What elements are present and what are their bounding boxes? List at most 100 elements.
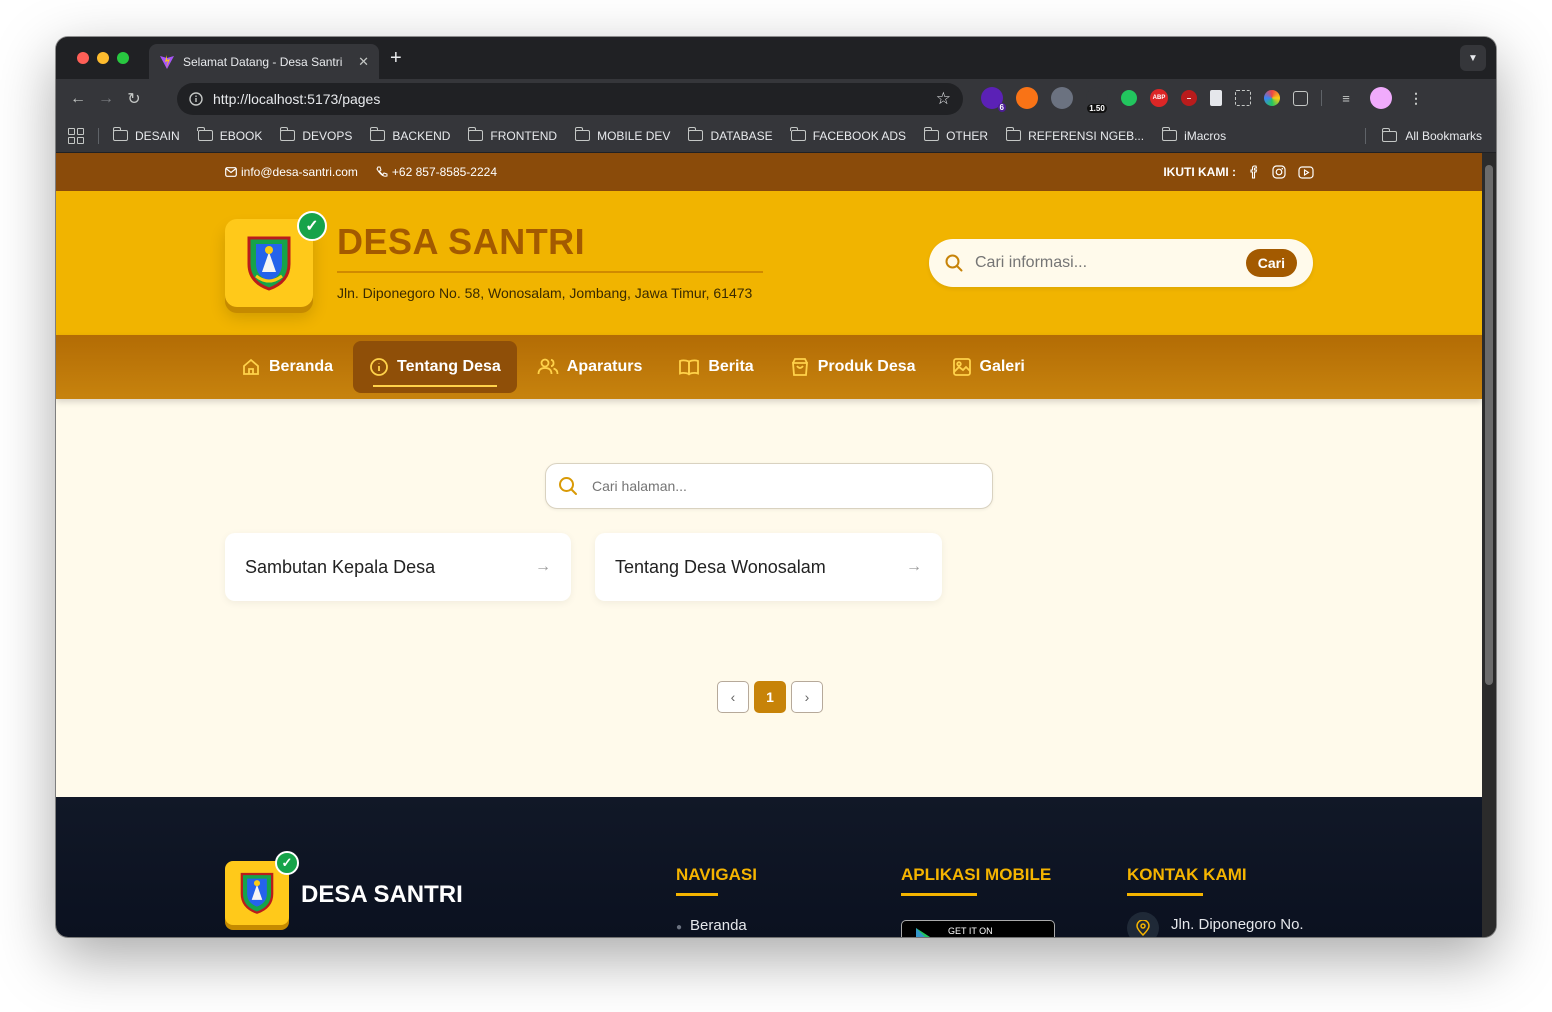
bookmark-folder[interactable]: FRONTEND bbox=[467, 127, 558, 143]
adblock-icon[interactable]: ABP bbox=[1150, 89, 1168, 107]
browser-toolbar: ← → ↻ http://localhost:5173/pages ☆ 6 1.… bbox=[56, 79, 1496, 119]
google-play-badge[interactable]: GET IT ON bbox=[901, 920, 1055, 937]
browser-tab[interactable]: Selamat Datang - Desa Santri ✕ bbox=[149, 44, 379, 79]
vertical-scrollbar[interactable] bbox=[1482, 153, 1496, 937]
folder-icon bbox=[467, 127, 484, 141]
bookmark-folder[interactable]: OTHER bbox=[923, 127, 989, 143]
screenshot-extension-icon[interactable] bbox=[1235, 90, 1251, 106]
footer-contact: KONTAK KAMI bbox=[1127, 865, 1247, 896]
nav-item-aparaturs[interactable]: Aparaturs bbox=[521, 341, 659, 393]
bookmark-folder[interactable]: DEVOPS bbox=[279, 127, 352, 143]
arrow-right-icon: → bbox=[535, 558, 551, 575]
search-button[interactable]: Cari bbox=[1245, 249, 1297, 277]
document-extension-icon[interactable] bbox=[1210, 90, 1222, 106]
bookmark-star-icon[interactable]: ☆ bbox=[936, 89, 951, 109]
phone-text: +62 857-8585-2224 bbox=[391, 165, 497, 179]
green-status-icon[interactable] bbox=[1121, 90, 1137, 106]
ghost-extension-icon[interactable] bbox=[1051, 87, 1073, 109]
instagram-icon[interactable] bbox=[1272, 165, 1286, 179]
bookmark-label: DATABASE bbox=[710, 128, 773, 143]
extensions-puzzle-icon[interactable] bbox=[1293, 90, 1308, 106]
page-number-button[interactable]: 1 bbox=[754, 681, 786, 713]
footer-nav-link[interactable]: ● Beranda bbox=[676, 917, 747, 934]
footer-brand: DESA SANTRI bbox=[301, 881, 463, 908]
reading-list-icon[interactable]: ≡ bbox=[1335, 87, 1357, 109]
tab-search-button[interactable]: ▼ bbox=[1460, 45, 1486, 71]
new-tab-button[interactable]: + bbox=[390, 47, 402, 70]
nav-item-produk-desa[interactable]: Produk Desa bbox=[774, 341, 932, 393]
home-icon bbox=[243, 358, 259, 375]
bookmark-folder[interactable]: REFERENSI NGEB... bbox=[1005, 127, 1145, 143]
nav-item-galeri[interactable]: Galeri bbox=[936, 341, 1041, 393]
nav-label: Tentang Desa bbox=[397, 358, 501, 375]
back-icon[interactable]: ← bbox=[64, 90, 92, 108]
all-bookmarks-button[interactable]: All Bookmarks bbox=[1365, 119, 1482, 153]
profile-avatar[interactable] bbox=[1370, 87, 1392, 109]
village-logo[interactable]: ✓ bbox=[225, 211, 327, 307]
speed-extension-icon[interactable]: 1.50 bbox=[1086, 87, 1108, 113]
follow-us-label: IKUTI KAMI : bbox=[1163, 165, 1236, 179]
bookmark-folder[interactable]: BACKEND bbox=[369, 127, 450, 143]
browser-window: Selamat Datang - Desa Santri ✕ + ▼ ← → ↻… bbox=[56, 37, 1496, 937]
page-viewport: info@desa-santri.com +62 857-8585-2224 I… bbox=[56, 153, 1482, 937]
facebook-icon[interactable] bbox=[1248, 165, 1260, 179]
bookmark-label: iMacros bbox=[1184, 128, 1227, 143]
arrow-right-icon: → bbox=[906, 558, 922, 575]
footer-logo[interactable]: ✓ bbox=[225, 851, 299, 925]
forward-icon[interactable]: → bbox=[92, 90, 120, 108]
bookmark-label: REFERENSI NGEB... bbox=[1028, 128, 1145, 143]
nav-label: Beranda bbox=[269, 358, 334, 375]
minimize-window-button[interactable] bbox=[97, 52, 109, 64]
footer-heading: KONTAK KAMI bbox=[1127, 865, 1247, 884]
youtube-icon[interactable] bbox=[1298, 165, 1314, 179]
pagination: ‹ 1 › bbox=[717, 681, 823, 713]
block-extension-icon[interactable]: – bbox=[1181, 90, 1197, 106]
bookmark-label: OTHER bbox=[946, 128, 989, 143]
email-link[interactable]: info@desa-santri.com bbox=[225, 165, 358, 179]
bookmark-folder[interactable]: EBOOK bbox=[197, 127, 262, 143]
apps-grid-icon[interactable] bbox=[68, 127, 84, 144]
reload-icon[interactable]: ↻ bbox=[120, 89, 148, 109]
address-bar[interactable]: http://localhost:5173/pages ☆ bbox=[177, 83, 963, 115]
main-navigation: Beranda Tentang Desa Aparaturs Berita Pr… bbox=[56, 335, 1482, 399]
page-search-input[interactable] bbox=[592, 478, 980, 494]
bookmark-folder[interactable]: MOBILE DEV bbox=[574, 127, 670, 143]
page-card[interactable]: Sambutan Kepala Desa → bbox=[225, 533, 571, 601]
bookmark-label: DESAIN bbox=[135, 128, 180, 143]
verified-check-icon: ✓ bbox=[297, 211, 327, 241]
bookmark-folder[interactable]: iMacros bbox=[1161, 127, 1227, 143]
site-header: ✓ DESA SANTRI Jln. Diponegoro No. 58, Wo… bbox=[56, 191, 1482, 335]
nav-item-berita[interactable]: Berita bbox=[662, 341, 769, 393]
site-info-icon[interactable] bbox=[189, 92, 203, 106]
footer-address: Jln. Diponegoro No. bbox=[1171, 916, 1304, 933]
extension-badge: 6 bbox=[997, 103, 1006, 112]
nav-item-tentang-desa[interactable]: Tentang Desa bbox=[353, 341, 517, 393]
previous-page-button[interactable]: ‹ bbox=[717, 681, 749, 713]
extension-icon[interactable]: 6 bbox=[981, 87, 1006, 112]
nav-item-beranda[interactable]: Beranda bbox=[225, 341, 349, 393]
header-search-input[interactable] bbox=[975, 254, 1234, 272]
page-card[interactable]: Tentang Desa Wonosalam → bbox=[595, 533, 942, 601]
scrollbar-thumb[interactable] bbox=[1485, 165, 1493, 685]
bookmark-folder[interactable]: DESAIN bbox=[112, 127, 180, 143]
metamask-icon[interactable] bbox=[1016, 87, 1038, 109]
next-page-button[interactable]: › bbox=[791, 681, 823, 713]
phone-link[interactable]: +62 857-8585-2224 bbox=[376, 165, 497, 179]
bookmark-folder[interactable]: DATABASE bbox=[687, 127, 773, 143]
bookmark-label: FRONTEND bbox=[490, 128, 558, 143]
book-icon bbox=[679, 359, 700, 376]
color-picker-icon[interactable] bbox=[1264, 90, 1280, 106]
site-title: DESA SANTRI bbox=[337, 221, 586, 262]
maximize-window-button[interactable] bbox=[117, 52, 129, 64]
nav-label: Aparaturs bbox=[566, 358, 643, 375]
extensions-area: 6 1.50 ABP – ≡ ⋮ bbox=[981, 87, 1427, 113]
users-icon bbox=[537, 358, 559, 375]
close-tab-icon[interactable]: ✕ bbox=[358, 54, 369, 70]
close-window-button[interactable] bbox=[77, 52, 89, 64]
browser-menu-icon[interactable]: ⋮ bbox=[1405, 87, 1427, 109]
site-address: Jln. Diponegoro No. 58, Wonosalam, Jomba… bbox=[337, 285, 753, 301]
folder-icon bbox=[574, 127, 591, 141]
folder-icon bbox=[279, 127, 296, 141]
speed-badge: 1.50 bbox=[1087, 104, 1107, 113]
bookmark-folder[interactable]: FACEBOOK ADS bbox=[790, 127, 906, 143]
